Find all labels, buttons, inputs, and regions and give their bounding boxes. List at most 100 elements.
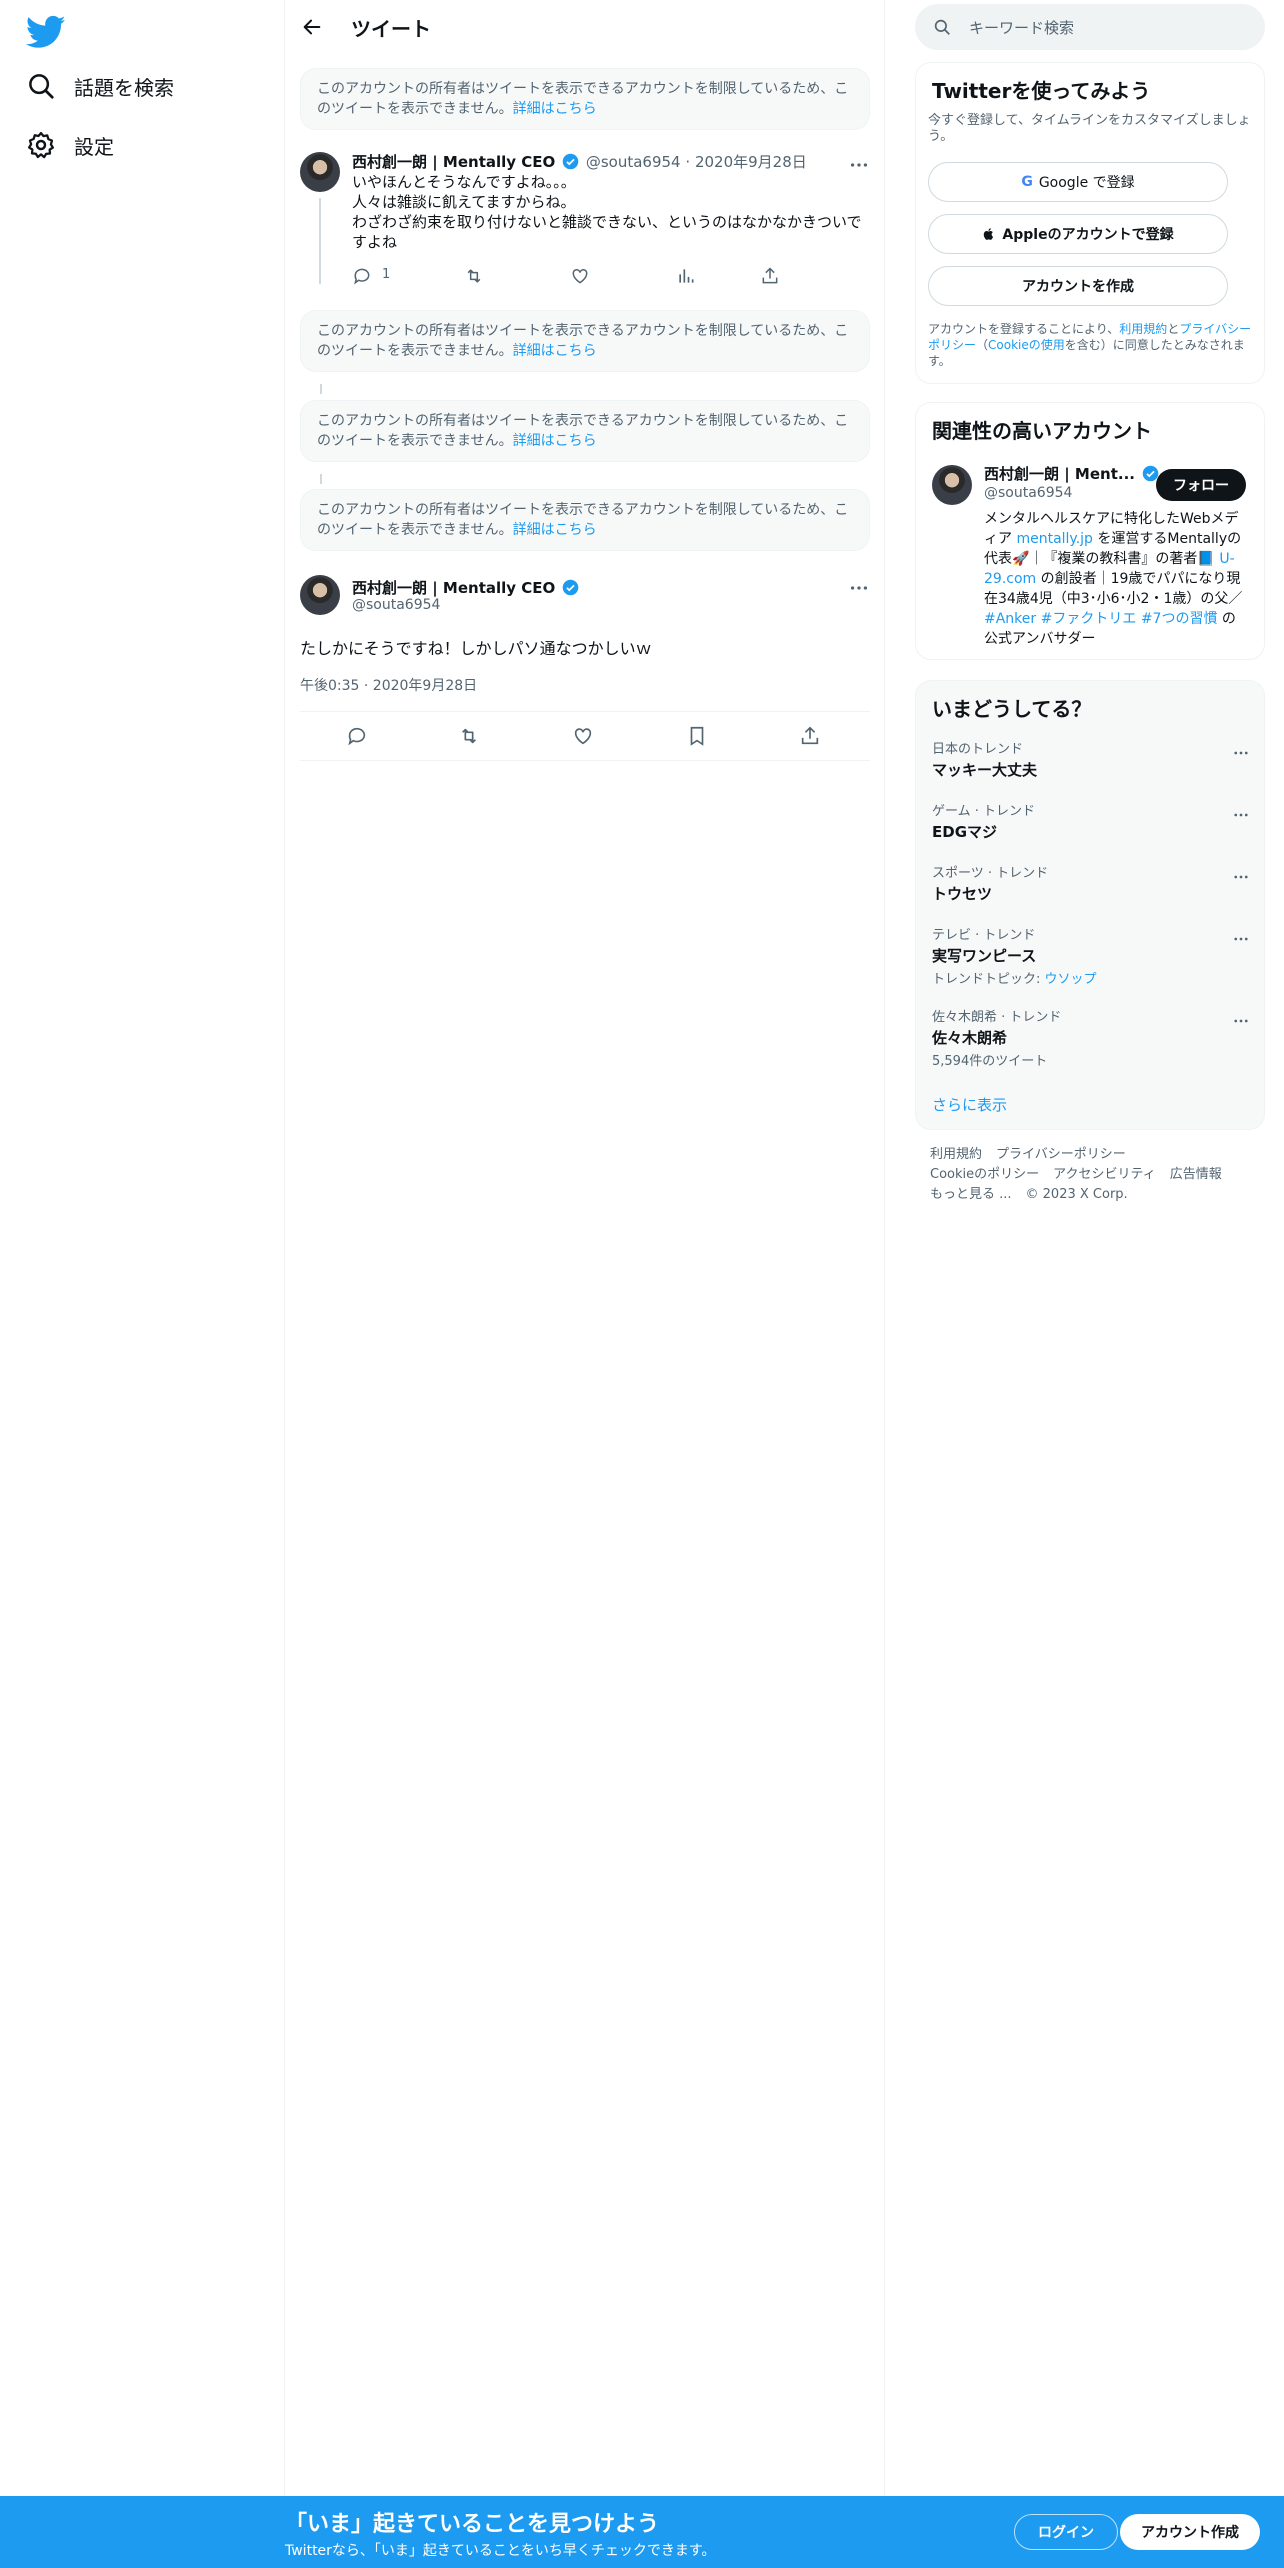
- author-name[interactable]: 西村創一朗 | Mentally CEO: [352, 579, 555, 597]
- tweet-date[interactable]: 2020年9月28日: [695, 153, 807, 171]
- signup-legal: アカウントを登録することにより、利用規約とプライバシーポリシー（Cookieの使…: [928, 321, 1253, 369]
- more-options-icon[interactable]: [1232, 1012, 1250, 1030]
- retweet-icon[interactable]: [458, 725, 480, 747]
- more-options-icon[interactable]: [848, 154, 870, 176]
- trend-item[interactable]: 佐々木朗希 · トレンド 佐々木朗希 5,594件のツイート: [916, 1006, 1266, 1069]
- related-name[interactable]: 西村創一朗 | Ment...: [984, 465, 1135, 483]
- thread-line: [320, 384, 322, 394]
- reply-count: 1: [382, 267, 391, 282]
- signup-button[interactable]: アカウント作成: [1120, 2514, 1260, 2550]
- hashtag-link[interactable]: #Anker: [984, 611, 1036, 627]
- back-arrow-icon[interactable]: [301, 16, 323, 38]
- tweet-text-line: いやほんとそうなんですよね。。。: [352, 173, 576, 191]
- avatar[interactable]: [932, 465, 972, 505]
- author-handle[interactable]: @souta6954: [586, 153, 681, 171]
- more-options-icon[interactable]: [1232, 806, 1250, 824]
- footer-terms-link[interactable]: 利用規約: [930, 1147, 982, 1162]
- share-icon[interactable]: [799, 725, 821, 747]
- retweet-icon[interactable]: [464, 266, 484, 286]
- related-title: 関連性の高いアカウント: [932, 419, 1152, 443]
- learn-more-link[interactable]: 詳細はこちら: [513, 343, 597, 359]
- avatar[interactable]: [300, 575, 340, 615]
- follow-button[interactable]: フォロー: [1156, 469, 1246, 501]
- create-account-label: アカウントを作成: [1022, 279, 1134, 295]
- nav-settings-label: 設定: [74, 134, 114, 159]
- share-icon[interactable]: [760, 266, 780, 286]
- verified-badge-icon: [562, 579, 579, 596]
- trend-category: スポーツ · トレンド: [932, 866, 1049, 881]
- header: ツイート: [285, 0, 885, 54]
- tweet-text: たしかにそうですね！しかしパソ通なつかしいｗ: [300, 639, 652, 658]
- trends-title: いまどうしてる？: [932, 697, 1092, 721]
- gear-icon: [28, 132, 54, 159]
- hashtag-link[interactable]: #7つの習慣: [1141, 611, 1218, 627]
- terms-link[interactable]: 利用規約: [1119, 322, 1167, 336]
- tweet-text-line: わざわざ約束を取り付けないと雑談できない、というのはなかなかきついですよね: [352, 213, 862, 251]
- action-bar: 1: [352, 266, 802, 286]
- restricted-notice: このアカウントの所有者はツイートを表示できるアカウントを制限しているため、このツ…: [300, 310, 870, 372]
- legal-text: と: [1167, 322, 1180, 336]
- search-input[interactable]: キーワード検索: [969, 17, 1074, 38]
- show-more-link[interactable]: さらに表示: [932, 1094, 1007, 1115]
- trend-topic-link[interactable]: ウソップ: [1045, 972, 1097, 987]
- trend-item[interactable]: スポーツ · トレンド トウセツ: [916, 862, 1266, 904]
- thread-line: [320, 474, 322, 484]
- footer-cookie-link[interactable]: Cookieのポリシー: [930, 1167, 1039, 1182]
- trend-category: 佐々木朗希 · トレンド: [932, 1010, 1062, 1025]
- legal-text: （: [976, 338, 989, 352]
- cookie-link[interactable]: Cookieの使用: [988, 338, 1065, 352]
- trend-category: 日本のトレンド: [932, 742, 1024, 757]
- footer-privacy-link[interactable]: プライバシーポリシー: [996, 1147, 1126, 1162]
- hashtag-link[interactable]: #ファクトリエ: [1041, 611, 1137, 627]
- learn-more-link[interactable]: 詳細はこちら: [513, 433, 597, 449]
- trend-title: トウセツ: [932, 885, 993, 903]
- twitter-logo-icon[interactable]: [26, 12, 66, 52]
- verified-badge-icon: [562, 153, 579, 170]
- copyright: © 2023 X Corp.: [1025, 1187, 1128, 1202]
- views-icon[interactable]: [676, 266, 696, 286]
- more-options-icon[interactable]: [848, 577, 870, 599]
- like-icon[interactable]: [572, 725, 594, 747]
- more-options-icon[interactable]: [1232, 930, 1250, 948]
- related-bio: メンタルヘルスケアに特化したWebメディア mentally.jp を運営するM…: [984, 509, 1249, 649]
- search-icon: [29, 74, 54, 99]
- learn-more-link[interactable]: 詳細はこちら: [513, 101, 597, 117]
- footer-more-link[interactable]: もっと見る ...: [930, 1187, 1012, 1202]
- trend-title: マッキー大丈夫: [932, 761, 1038, 779]
- avatar[interactable]: [300, 152, 340, 192]
- footer-accessibility-link[interactable]: アクセシビリティ: [1053, 1167, 1156, 1182]
- footer-ads-link[interactable]: 広告情報: [1170, 1167, 1222, 1182]
- bookmark-icon[interactable]: [686, 725, 708, 747]
- learn-more-link[interactable]: 詳細はこちら: [513, 522, 597, 538]
- trend-item[interactable]: ゲーム · トレンド EDGマジ: [916, 800, 1266, 842]
- footer: 利用規約 プライバシーポリシー Cookieのポリシー アクセシビリティ 広告情報 も…: [930, 1145, 1260, 1205]
- author-name[interactable]: 西村創一朗 | Mentally CEO: [352, 153, 555, 171]
- trend-item[interactable]: テレビ · トレンド 実写ワンピース トレンドトピック: ウソップ: [916, 924, 1266, 987]
- more-options-icon[interactable]: [1232, 744, 1250, 762]
- more-options-icon[interactable]: [1232, 868, 1250, 886]
- trends-card: いまどうしてる？ 日本のトレンド マッキー大丈夫 ゲーム · トレンド EDGマ…: [915, 680, 1265, 1130]
- tweet-timestamp[interactable]: 午後0:35 · 2020年9月28日: [300, 675, 477, 695]
- trend-title: 佐々木朗希: [932, 1029, 1008, 1047]
- reply-icon[interactable]: [346, 725, 368, 747]
- search-bar[interactable]: キーワード検索: [915, 4, 1265, 50]
- bottom-signup-banner: 「いま」起きていることを見つけよう Twitterなら、「いま」起きていることを…: [0, 2496, 1284, 2568]
- related-handle[interactable]: @souta6954: [984, 485, 1072, 501]
- bio-link[interactable]: mentally.jp: [1016, 531, 1093, 547]
- like-icon[interactable]: [570, 266, 590, 286]
- apple-signup-button[interactable]: Appleのアカウントで登録: [928, 214, 1228, 254]
- trend-subtitle-label: トレンドトピック:: [932, 972, 1045, 987]
- login-button[interactable]: ログイン: [1014, 2514, 1118, 2550]
- trend-item[interactable]: 日本のトレンド マッキー大丈夫: [916, 738, 1266, 780]
- reply-icon[interactable]: [352, 266, 372, 286]
- create-account-button[interactable]: アカウントを作成: [928, 266, 1228, 306]
- left-sidebar: 話題を検索 設定: [0, 0, 285, 2568]
- google-signup-button[interactable]: G Google で登録: [928, 162, 1228, 202]
- signup-subtitle: 今すぐ登録して、タイムラインをカスタマイズしましょう。: [928, 113, 1251, 144]
- trend-tweet-count: 5,594件のツイート: [932, 1054, 1048, 1069]
- trend-category: ゲーム · トレンド: [932, 804, 1036, 819]
- reply-tweet[interactable]: 西村創一朗 | Mentally CEO @souta6954 · 2020年9…: [300, 152, 870, 292]
- nav-explore[interactable]: 話題を検索: [26, 58, 174, 114]
- author-handle[interactable]: @souta6954: [352, 597, 440, 613]
- nav-settings[interactable]: 設定: [26, 117, 114, 173]
